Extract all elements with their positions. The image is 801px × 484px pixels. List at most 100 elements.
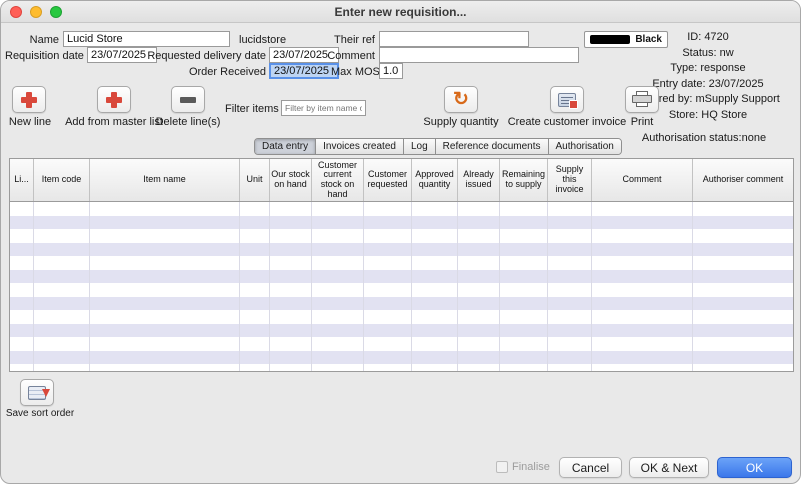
table-row[interactable] — [10, 351, 793, 365]
table-cell — [34, 297, 90, 311]
table-cell — [693, 216, 793, 230]
table-cell — [364, 216, 412, 230]
add-from-master-list-button[interactable] — [97, 86, 131, 113]
column-header-1[interactable]: Item code — [34, 159, 90, 201]
table-row[interactable] — [10, 256, 793, 270]
table-row[interactable] — [10, 243, 793, 257]
tab-reference-documents[interactable]: Reference documents — [436, 139, 549, 154]
table-cell — [548, 337, 592, 351]
order-received-label: Order Received — [181, 66, 266, 78]
column-header-0[interactable]: Li... — [10, 159, 34, 201]
tab-invoices-created[interactable]: Invoices created — [316, 139, 404, 154]
table-cell — [458, 324, 500, 338]
table-row[interactable] — [10, 364, 793, 371]
table-cell — [90, 310, 240, 324]
filter-items-input[interactable] — [281, 100, 366, 116]
table-cell — [270, 351, 312, 365]
table-cell — [548, 216, 592, 230]
requested-delivery-date-label: Requested delivery date — [146, 50, 266, 62]
table-cell — [34, 364, 90, 371]
table-cell — [458, 351, 500, 365]
table-cell — [270, 297, 312, 311]
table-row[interactable] — [10, 202, 793, 216]
table-cell — [364, 256, 412, 270]
tab-log[interactable]: Log — [404, 139, 436, 154]
delete-lines-button[interactable] — [171, 86, 205, 113]
table-cell — [90, 283, 240, 297]
table-cell — [10, 243, 34, 257]
name-input[interactable] — [63, 31, 230, 47]
save-sort-order-button[interactable] — [20, 379, 54, 406]
their-ref-input[interactable] — [379, 31, 529, 47]
table-cell — [364, 202, 412, 216]
table-cell — [693, 364, 793, 371]
table-row[interactable] — [10, 297, 793, 311]
column-header-2[interactable]: Item name — [90, 159, 240, 201]
table-row[interactable] — [10, 337, 793, 351]
max-mos-label: Max MOS — [331, 66, 375, 78]
table-row[interactable] — [10, 229, 793, 243]
column-header-3[interactable]: Unit — [240, 159, 270, 201]
column-header-4[interactable]: Our stock on hand — [270, 159, 312, 201]
filter-items-label: Filter items — [225, 103, 279, 115]
table-cell — [10, 256, 34, 270]
column-header-6[interactable]: Customer requested — [364, 159, 412, 201]
table-row[interactable] — [10, 216, 793, 230]
ok-next-button[interactable]: OK & Next — [629, 457, 709, 478]
column-header-8[interactable]: Already issued — [458, 159, 500, 201]
column-header-10[interactable]: Supply this invoice — [548, 159, 592, 201]
order-received-input[interactable] — [269, 63, 339, 79]
requisition-status: Status: nw — [622, 47, 794, 59]
table-cell — [592, 256, 693, 270]
table-cell — [500, 202, 548, 216]
table-cell — [592, 283, 693, 297]
print-button[interactable] — [625, 86, 659, 113]
column-header-5[interactable]: Customer current stock on hand — [312, 159, 364, 201]
ok-button[interactable]: OK — [717, 457, 792, 478]
cancel-button[interactable]: Cancel — [559, 457, 622, 478]
table-cell — [270, 310, 312, 324]
column-header-11[interactable]: Comment — [592, 159, 693, 201]
table-row[interactable] — [10, 283, 793, 297]
table-cell — [548, 324, 592, 338]
column-header-9[interactable]: Remaining to supply — [500, 159, 548, 201]
supply-quantity-button[interactable]: ↻ — [444, 86, 478, 113]
table-cell — [458, 310, 500, 324]
table-cell — [240, 364, 270, 371]
create-customer-invoice-button[interactable] — [550, 86, 584, 113]
name-label: Name — [9, 34, 59, 46]
table-row[interactable] — [10, 324, 793, 338]
table-cell — [364, 337, 412, 351]
table-cell — [34, 324, 90, 338]
table-cell — [364, 351, 412, 365]
table-row[interactable] — [10, 270, 793, 284]
sort-icon — [28, 386, 46, 400]
table-cell — [548, 364, 592, 371]
table-cell — [412, 337, 458, 351]
max-mos-input[interactable] — [379, 63, 403, 79]
table-cell — [458, 364, 500, 371]
table-cell — [312, 364, 364, 371]
new-line-button[interactable] — [12, 86, 46, 113]
table-row[interactable] — [10, 310, 793, 324]
window-title: Enter new requisition... — [1, 5, 800, 19]
table-cell — [693, 229, 793, 243]
comment-input[interactable] — [379, 47, 579, 63]
tab-authorisation[interactable]: Authorisation — [549, 139, 621, 154]
table-cell — [270, 283, 312, 297]
table-cell — [412, 202, 458, 216]
table-cell — [412, 364, 458, 371]
table-cell — [10, 270, 34, 284]
table-cell — [10, 337, 34, 351]
table-cell — [312, 256, 364, 270]
column-header-12[interactable]: Authoriser comment — [693, 159, 794, 201]
table-cell — [412, 256, 458, 270]
table-cell — [270, 229, 312, 243]
table-cell — [693, 324, 793, 338]
finalise-checkbox[interactable] — [496, 461, 508, 473]
table-cell — [500, 256, 548, 270]
table-cell — [412, 229, 458, 243]
column-header-7[interactable]: Approved quantity — [412, 159, 458, 201]
table-cell — [500, 283, 548, 297]
tab-data-entry[interactable]: Data entry — [255, 139, 316, 154]
